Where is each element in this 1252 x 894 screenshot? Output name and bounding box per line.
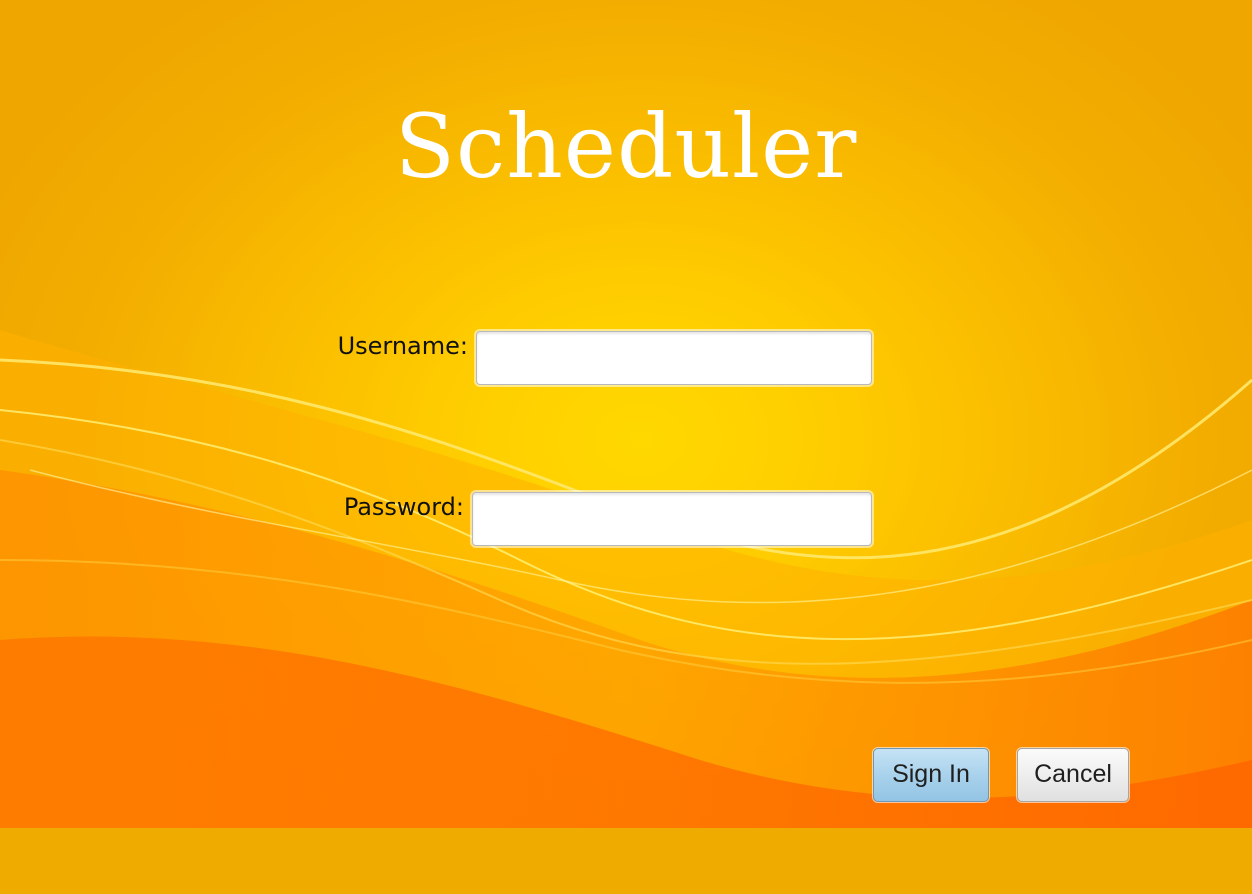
- password-label: Password:: [343, 493, 464, 521]
- username-label: Username:: [337, 332, 468, 360]
- password-input[interactable]: [472, 492, 872, 546]
- cancel-button[interactable]: Cancel: [1017, 748, 1129, 802]
- bottom-strip: [0, 828, 1252, 894]
- login-window: Scheduler Username: Password: Sign In Ca…: [0, 0, 1252, 828]
- sign-in-button[interactable]: Sign In: [873, 748, 989, 802]
- app-title: Scheduler: [394, 95, 858, 198]
- username-input[interactable]: [476, 331, 872, 385]
